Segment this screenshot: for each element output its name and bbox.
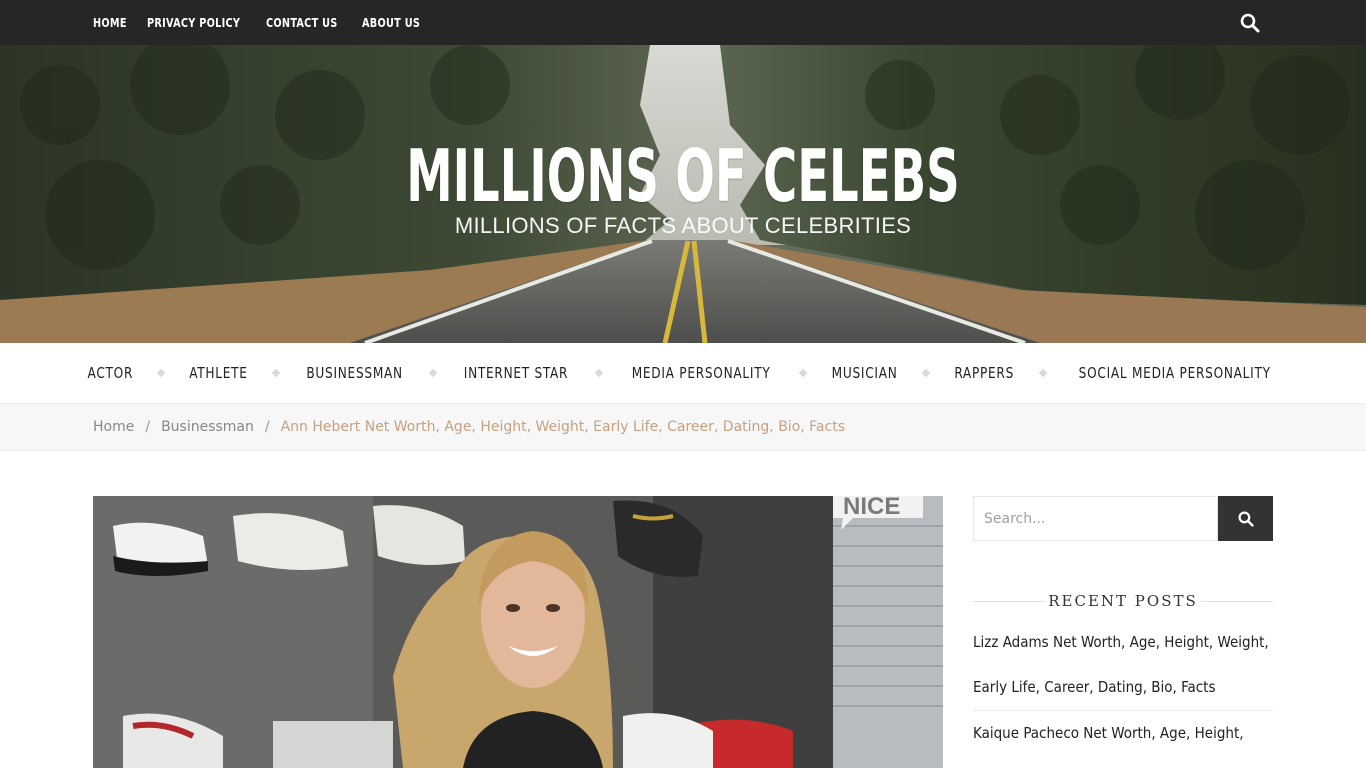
breadcrumb-category-link[interactable]: Businessman [161, 419, 254, 435]
topnav-privacy-policy-link[interactable]: PRIVACY POLICY [147, 16, 240, 30]
nav-link-athlete[interactable]: ATHLETE [189, 364, 247, 382]
breadcrumb-separator: / [145, 419, 151, 435]
nav-link-rappers[interactable]: RAPPERS [955, 364, 1015, 382]
list-item: Lizz Adams Net Worth, Age, Height, Weigh… [973, 620, 1273, 711]
site-header-banner: MILLIONS OF CELEBS MILLIONS OF FACTS ABO… [0, 45, 1366, 343]
breadcrumb: Home / Businessman / Ann Hebert Net Wort… [0, 404, 1366, 451]
nav-link-social-media-personality[interactable]: SOCIAL MEDIA PERSONALITY [1078, 364, 1270, 382]
nav-separator [428, 368, 438, 378]
sidebar-search-button[interactable] [1218, 496, 1273, 541]
search-icon[interactable] [1240, 13, 1260, 33]
category-navigation: ACTOR ATHLETE BUSINESSMAN INTERNET STAR … [0, 343, 1366, 404]
nav-item-rappers: RAPPERS [951, 364, 1067, 382]
nav-separator [271, 368, 280, 378]
recent-post-link[interactable]: Lizz Adams Net Worth, Age, Height, Weigh… [973, 620, 1273, 710]
recent-posts-heading: RECENT POSTS [973, 590, 1273, 612]
topnav-home-link[interactable]: HOME [93, 16, 127, 30]
topnav-contact-us-link[interactable]: CONTACT US [266, 16, 338, 30]
breadcrumb-current-page: Ann Hebert Net Worth, Age, Height, Weigh… [280, 419, 845, 435]
nav-item-social-media-personality: SOCIAL MEDIA PERSONALITY [1068, 364, 1281, 382]
sign-text: NICE [843, 496, 900, 520]
heading-rule [1201, 601, 1273, 602]
site-title[interactable]: MILLIONS OF CELEBS [191, 135, 1175, 217]
featured-image: NICE [93, 496, 943, 768]
nav-link-media-personality[interactable]: MEDIA PERSONALITY [632, 364, 771, 382]
nav-item-businessman: BUSINESSMAN [301, 364, 458, 382]
nav-link-businessman[interactable]: BUSINESSMAN [306, 364, 402, 382]
list-item: Kaique Pacheco Net Worth, Age, Height, [973, 711, 1273, 756]
nav-link-actor[interactable]: ACTOR [88, 364, 134, 382]
heading-rule [973, 601, 1045, 602]
nav-separator [798, 368, 808, 378]
breadcrumb-home-link[interactable]: Home [93, 419, 134, 435]
nav-link-musician[interactable]: MUSICIAN [832, 364, 898, 382]
sidebar-search-input[interactable] [973, 496, 1218, 541]
nav-item-actor: ACTOR [85, 364, 186, 382]
recent-posts-list: Lizz Adams Net Worth, Age, Height, Weigh… [973, 620, 1273, 756]
nav-item-athlete: ATHLETE [186, 364, 301, 382]
nav-separator [1038, 368, 1047, 378]
recent-post-link[interactable]: Kaique Pacheco Net Worth, Age, Height, [973, 711, 1273, 756]
nav-separator [156, 368, 165, 378]
nav-separator [594, 368, 604, 378]
top-navigation: HOME PRIVACY POLICY CONTACT US ABOUT US [93, 0, 442, 45]
nav-link-internet-star[interactable]: INTERNET STAR [464, 364, 568, 382]
nav-item-musician: MUSICIAN [828, 364, 951, 382]
topnav-about-us-link[interactable]: ABOUT US [362, 16, 420, 30]
nav-item-media-personality: MEDIA PERSONALITY [624, 364, 828, 382]
recent-posts-title: RECENT POSTS [1048, 592, 1198, 610]
sidebar-search-form [973, 496, 1273, 541]
top-bar: HOME PRIVACY POLICY CONTACT US ABOUT US [0, 0, 1366, 45]
site-tagline: MILLIONS OF FACTS ABOUT CELEBRITIES [454, 213, 912, 238]
search-icon [1237, 510, 1254, 527]
nav-separator [921, 368, 931, 378]
nav-item-internet-star: INTERNET STAR [458, 364, 624, 382]
breadcrumb-separator: / [264, 419, 270, 435]
